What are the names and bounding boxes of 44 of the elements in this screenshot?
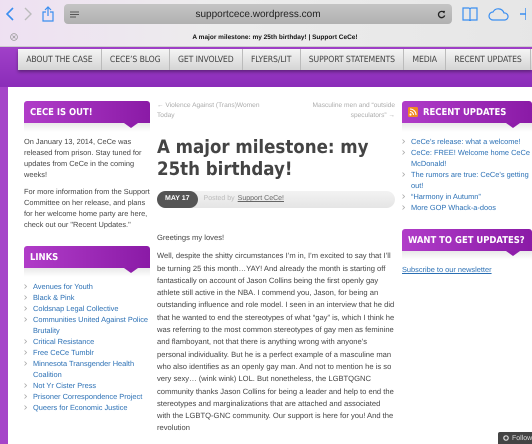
chevron-icon [24,317,27,322]
url-text: supportcece.wordpress.com [194,8,322,20]
menu-icon[interactable] [70,10,79,18]
header-notch [506,123,520,128]
chevron-icon [24,306,27,311]
widget-title: CECE IS OUT! [30,106,93,118]
chevron-icon [24,405,27,410]
cloud-icon[interactable] [488,7,510,21]
book-icon[interactable] [462,7,478,21]
plus-icon[interactable] [520,7,526,21]
nav-link[interactable]: CECE’S BLOG [102,49,170,70]
reload-icon[interactable] [437,10,446,18]
gear-icon [503,435,509,441]
nav-link[interactable]: GET INVOLVED [170,49,243,70]
nav-link[interactable]: FLYERS/LIT [242,49,301,70]
chevron-icon [402,139,405,144]
chevron-icon [24,295,27,300]
header-notch [124,123,138,128]
chevron-icon [402,150,405,155]
post-title: A major milestone: my 25th birthday! [157,137,370,181]
widget-title: RECENT UPDATES [423,106,506,118]
forward-icon[interactable] [24,7,32,21]
close-icon[interactable] [10,33,18,41]
rss-icon [408,107,418,117]
chevron-icon [402,172,405,177]
chevron-icon [24,383,27,388]
share-icon[interactable] [42,6,54,22]
chevron-icon [402,205,405,210]
header-notch [124,268,138,273]
nav-link[interactable]: RECENT UPDATES [446,49,531,70]
header-notch [506,251,520,256]
chevron-icon [402,194,405,199]
nav-link[interactable]: ABOUT THE CASE [18,49,102,70]
chevron-icon [24,350,27,355]
chevron-icon [24,284,27,289]
chevron-icon [24,394,27,399]
nav-link[interactable]: SUPPORT STATEMENTS [300,49,404,70]
nav-link[interactable]: MEDIA [404,49,446,70]
chevron-icon [24,361,27,366]
widget-title: WANT TO GET UPDATES? [408,234,525,246]
back-icon[interactable] [6,7,14,21]
chevron-icon [24,339,27,344]
widget-title: LINKS [30,252,58,262]
address-bar[interactable]: supportcece.wordpress.com [64,4,452,24]
